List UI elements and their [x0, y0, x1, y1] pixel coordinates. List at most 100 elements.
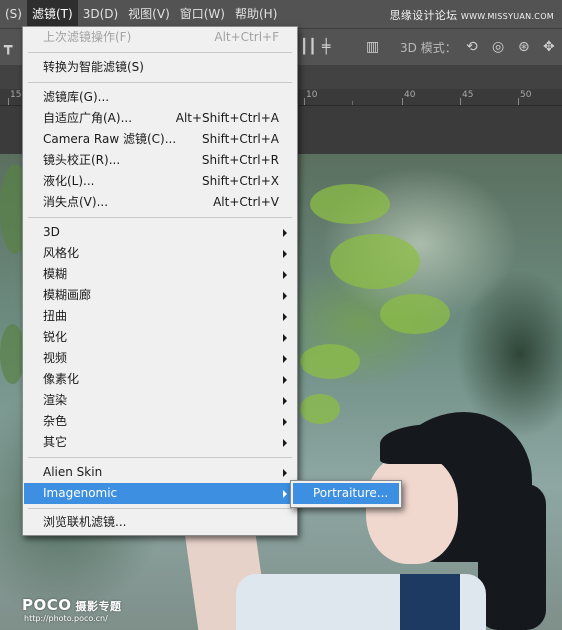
menu-separator [28, 52, 292, 53]
menu-item-3d[interactable]: 3D [24, 222, 296, 243]
menu-item-shortcut: Shift+Ctrl+A [202, 132, 279, 146]
menu-item-shortcut: Alt+Ctrl+V [213, 195, 279, 209]
menu-item-liquify[interactable]: 液化(L)... Shift+Ctrl+X [24, 171, 296, 192]
menu-item-label: 滤镜库(G)... [43, 90, 110, 104]
filter-dropdown-menu: 上次滤镜操作(F) Alt+Ctrl+F 转换为智能滤镜(S) 滤镜库(G)..… [22, 26, 298, 536]
figure-collar [400, 574, 460, 630]
foliage-shape [330, 234, 420, 289]
menu-item-vanishing-point[interactable]: 消失点(V)... Alt+Ctrl+V [24, 192, 296, 213]
poco-brand: POCO [22, 596, 72, 614]
submenu-arrow-icon [283, 439, 287, 447]
menu-item-sharpen[interactable]: 锐化 [24, 327, 296, 348]
submenu-arrow-icon [283, 418, 287, 426]
menu-item-label: 扭曲 [43, 309, 68, 323]
menu-item-label: 其它 [43, 435, 68, 449]
menu-item-imagenomic[interactable]: Imagenomic [24, 483, 296, 504]
ruler-tick [460, 98, 461, 105]
ruler-label: 15 [10, 90, 22, 100]
menu-item-other[interactable]: 其它 [24, 432, 296, 453]
3d-drag-icon[interactable]: ⊛ [518, 39, 530, 55]
align-top-icon[interactable]: ┳ [4, 39, 12, 55]
3d-mode-label: 3D 模式： [400, 41, 457, 55]
menu-item-label: 模糊画廊 [43, 288, 92, 302]
menu-item-label: 转换为智能滤镜(S) [43, 60, 144, 74]
menu-separator [28, 508, 292, 509]
menu-item-shortcut: Shift+Ctrl+R [201, 153, 279, 167]
imagenomic-submenu: Portraiture... [290, 480, 402, 508]
menu-item-blur-gallery[interactable]: 模糊画廊 [24, 285, 296, 306]
foliage-shape [380, 294, 450, 334]
menu-item-alien-skin[interactable]: Alien Skin [24, 462, 296, 483]
foliage-shape [300, 394, 340, 424]
submenu-arrow-icon [283, 397, 287, 405]
poco-watermark: POCO 摄影专题 [22, 596, 122, 614]
menu-item-blur[interactable]: 模糊 [24, 264, 296, 285]
3d-rotate-icon[interactable]: ⟲ [466, 39, 478, 55]
distribute-horizontal-icon[interactable]: ╪ [322, 39, 330, 55]
menu-item-label: 上次滤镜操作(F) [43, 30, 132, 44]
site-watermark-cn: 思缘设计论坛 [389, 9, 458, 22]
menu-item-label: 液化(L)... [43, 174, 95, 188]
ruler-label: 40 [404, 90, 416, 100]
menu-item-distort[interactable]: 扭曲 [24, 306, 296, 327]
menu-item-stylize[interactable]: 风格化 [24, 243, 296, 264]
foliage-shape [300, 344, 360, 379]
menu-item-label: 镜头校正(R)... [43, 153, 121, 167]
menu-filter[interactable]: 滤镜(T) [26, 0, 78, 28]
ruler-tick [352, 101, 353, 105]
menu-item-label: 自适应广角(A)... [43, 111, 133, 125]
3d-slide-icon[interactable]: ✥ [543, 39, 555, 55]
menu-view[interactable]: 视图(V) [123, 0, 175, 28]
ruler-tick [518, 98, 519, 105]
ruler-label: 50 [520, 90, 532, 100]
menu-item-label: Camera Raw 滤镜(C)... [43, 132, 177, 146]
menu-item-last-filter[interactable]: 上次滤镜操作(F) Alt+Ctrl+F [24, 27, 296, 48]
menu-item-camera-raw[interactable]: Camera Raw 滤镜(C)... Shift+Ctrl+A [24, 129, 296, 150]
poco-url: http://photo.poco.cn/ [24, 614, 108, 623]
menu-help[interactable]: 帮助(H) [230, 0, 282, 28]
menu-item-portraiture[interactable]: Portraiture... [293, 483, 399, 504]
menu-item-label: 视频 [43, 351, 68, 365]
menu-item-browse-online-filters[interactable]: 浏览联机滤镜... [24, 512, 296, 533]
submenu-arrow-icon [283, 292, 287, 300]
poco-brand-cn: 摄影专题 [75, 600, 122, 613]
menu-item-label: 渲染 [43, 393, 68, 407]
menu-item-label: Imagenomic [43, 486, 118, 500]
menu-item-shortcut: Alt+Shift+Ctrl+A [175, 111, 279, 125]
submenu-arrow-icon [283, 469, 287, 477]
submenu-arrow-icon [283, 271, 287, 279]
ruler-tick [304, 98, 305, 105]
menu-item-label: 杂色 [43, 414, 68, 428]
menu-item-convert-smart-filter[interactable]: 转换为智能滤镜(S) [24, 57, 296, 78]
menu-item-filter-gallery[interactable]: 滤镜库(G)... [24, 87, 296, 108]
3d-roll-icon[interactable]: ◎ [492, 39, 504, 55]
submenu-arrow-icon [283, 334, 287, 342]
distribute-icon[interactable]: ┃┃ [300, 39, 317, 55]
menu-item-shortcut: Shift+Ctrl+X [202, 174, 279, 188]
menu-item-lens-correction[interactable]: 镜头校正(R)... Shift+Ctrl+R [24, 150, 296, 171]
menu-item-noise[interactable]: 杂色 [24, 411, 296, 432]
submenu-arrow-icon [283, 355, 287, 363]
ruler-label: 45 [462, 90, 474, 100]
foliage-shape [310, 184, 390, 224]
ruler-label: 10 [306, 90, 318, 100]
menu-item-label: 风格化 [43, 246, 80, 260]
submenu-arrow-icon [283, 376, 287, 384]
menu-item-render[interactable]: 渲染 [24, 390, 296, 411]
menu-window[interactable]: 窗口(W) [175, 0, 230, 28]
menu-select[interactable]: (S) [0, 0, 27, 28]
submenu-arrow-icon [283, 490, 287, 498]
menu-3d[interactable]: 3D(D) [78, 0, 123, 28]
submenu-arrow-icon [283, 250, 287, 258]
menu-separator [28, 82, 292, 83]
figure-hair [478, 484, 546, 630]
menu-item-adaptive-wide-angle[interactable]: 自适应广角(A)... Alt+Shift+Ctrl+A [24, 108, 296, 129]
menu-item-label: 3D [43, 225, 60, 239]
menu-item-label: 浏览联机滤镜... [43, 515, 127, 529]
menu-item-pixelate[interactable]: 像素化 [24, 369, 296, 390]
submenu-arrow-icon [283, 313, 287, 321]
menu-item-video[interactable]: 视频 [24, 348, 296, 369]
ruler-tick [402, 98, 403, 105]
auto-align-icon[interactable]: ▥ [366, 39, 379, 55]
site-watermark: 思缘设计论坛 WWW.MISSYUAN.COM [390, 7, 554, 23]
